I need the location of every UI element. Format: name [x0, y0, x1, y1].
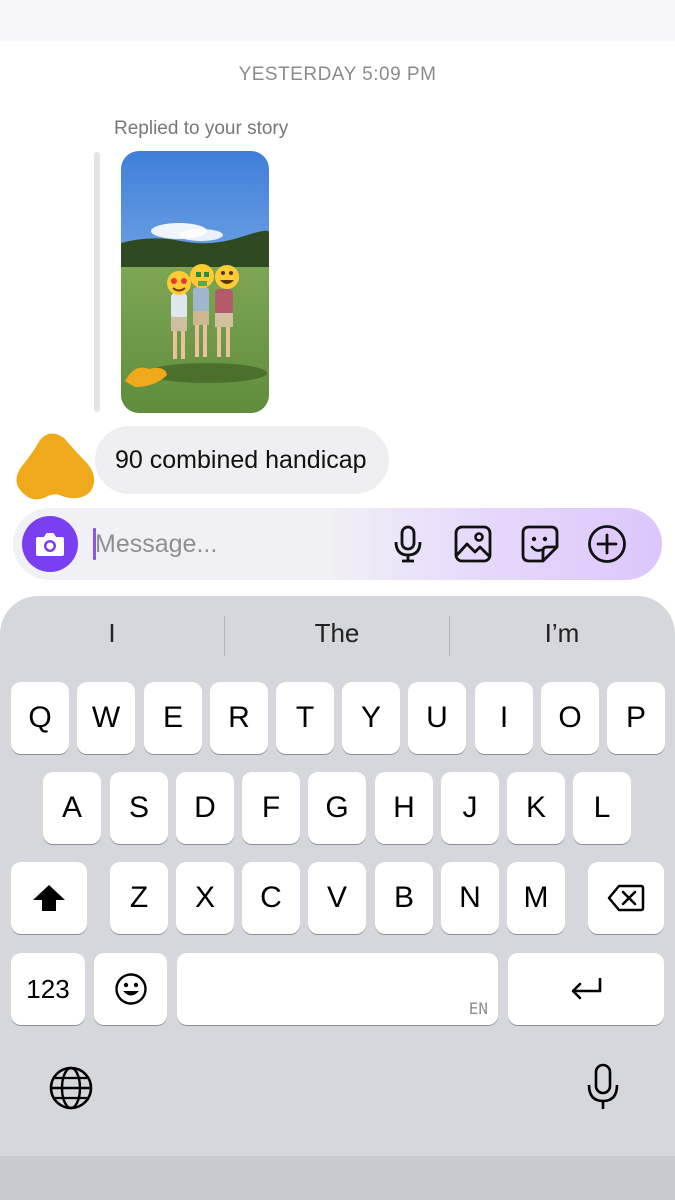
- key-label: V: [326, 881, 347, 914]
- key-label: K: [525, 791, 546, 824]
- message-bubble[interactable]: 90 combined handicap: [95, 426, 389, 494]
- key-label: E: [162, 701, 183, 734]
- suggestion-3[interactable]: I’m: [450, 618, 674, 649]
- key-j[interactable]: J: [441, 772, 499, 844]
- key-label: G: [325, 791, 349, 824]
- instagram-dm-screen: YESTERDAY 5:09 PM Replied to your story: [0, 0, 675, 1200]
- key-label: I: [499, 701, 509, 734]
- key-label: D: [194, 791, 216, 824]
- space-bar[interactable]: EN: [177, 953, 498, 1025]
- key-q[interactable]: Q: [11, 682, 69, 754]
- key-k[interactable]: K: [507, 772, 565, 844]
- key-label: J: [462, 791, 478, 824]
- suggestion-2[interactable]: The: [225, 618, 449, 649]
- more-options-button[interactable]: [586, 523, 628, 565]
- key-label: U: [426, 701, 448, 734]
- key-label: Q: [28, 701, 52, 734]
- story-thumbnail[interactable]: [121, 151, 269, 413]
- key-label: B: [393, 881, 414, 914]
- delete-key[interactable]: [588, 862, 664, 934]
- emoji-icon: [114, 973, 147, 1005]
- key-w[interactable]: W: [77, 682, 135, 754]
- key-e[interactable]: E: [144, 682, 202, 754]
- key-t[interactable]: T: [276, 682, 334, 754]
- key-label: W: [91, 701, 121, 734]
- key-label: Z: [129, 881, 149, 914]
- message-timestamp: YESTERDAY 5:09 PM: [238, 64, 437, 85]
- key-c[interactable]: C: [242, 862, 300, 934]
- message-input[interactable]: [95, 526, 375, 562]
- story-reply-label: Replied to your story: [114, 118, 289, 139]
- key-m[interactable]: M: [507, 862, 565, 934]
- shift-arrow-icon: [33, 885, 65, 911]
- top-bar: [0, 0, 675, 42]
- key-r[interactable]: R: [210, 682, 268, 754]
- sticker-button[interactable]: [519, 523, 561, 565]
- home-indicator-area: [0, 1156, 675, 1200]
- key-label: C: [260, 881, 282, 914]
- key-label: R: [228, 701, 250, 734]
- emoji-key[interactable]: [94, 953, 167, 1025]
- return-key[interactable]: [508, 953, 664, 1025]
- backspace-icon: [607, 884, 645, 912]
- key-label: N: [459, 881, 481, 914]
- message-composer: [13, 508, 662, 580]
- key-b[interactable]: B: [375, 862, 433, 934]
- camera-icon: [36, 533, 64, 556]
- globe-icon: [49, 1066, 93, 1110]
- key-l[interactable]: L: [573, 772, 631, 844]
- key-p[interactable]: P: [607, 682, 665, 754]
- keyboard-switch-button[interactable]: [46, 1063, 96, 1113]
- predictive-text-bar: I The I’m: [0, 596, 675, 676]
- key-n[interactable]: N: [441, 862, 499, 934]
- key-label: H: [393, 791, 415, 824]
- voice-message-button[interactable]: [387, 523, 429, 565]
- suggestion-1[interactable]: I: [0, 618, 224, 649]
- message-text: 90 combined handicap: [115, 445, 367, 474]
- story-photo: [121, 151, 269, 413]
- key-label: O: [558, 701, 582, 734]
- key-a[interactable]: A: [43, 772, 101, 844]
- shift-key[interactable]: [11, 862, 87, 934]
- key-label: S: [128, 791, 149, 824]
- numbers-key[interactable]: 123: [11, 953, 85, 1025]
- key-label: Y: [360, 701, 381, 734]
- key-v[interactable]: V: [308, 862, 366, 934]
- avatar-redaction-shape: [16, 433, 95, 500]
- key-label: A: [61, 791, 82, 824]
- microphone-icon: [394, 525, 422, 563]
- key-h[interactable]: H: [375, 772, 433, 844]
- key-z[interactable]: Z: [110, 862, 168, 934]
- return-arrow-icon: [571, 978, 602, 1000]
- key-x[interactable]: X: [176, 862, 234, 934]
- key-s[interactable]: S: [110, 772, 168, 844]
- key-label: X: [194, 881, 215, 914]
- key-label: M: [523, 881, 549, 914]
- gallery-button[interactable]: [452, 523, 494, 565]
- gallery-icon: [454, 525, 492, 563]
- key-label: L: [593, 791, 611, 824]
- key-g[interactable]: G: [308, 772, 366, 844]
- key-u[interactable]: U: [408, 682, 466, 754]
- plus-icon: [588, 525, 626, 563]
- key-label: 123: [26, 973, 70, 1004]
- key-label: F: [261, 791, 281, 824]
- key-label: P: [625, 701, 646, 734]
- reply-indicator-bar: [94, 152, 100, 412]
- key-label: T: [295, 701, 315, 734]
- key-f[interactable]: F: [242, 772, 300, 844]
- key-d[interactable]: D: [176, 772, 234, 844]
- avatar[interactable]: [16, 430, 96, 500]
- key-y[interactable]: Y: [342, 682, 400, 754]
- language-tag: EN: [468, 999, 488, 1018]
- microphone-icon: [587, 1063, 619, 1109]
- key-i[interactable]: I: [475, 682, 533, 754]
- camera-button[interactable]: [22, 516, 78, 572]
- on-screen-keyboard: I The I’m Q W E R T Y U I O P A S D F G …: [0, 596, 675, 1156]
- sticker-icon: [521, 525, 559, 563]
- key-o[interactable]: O: [541, 682, 599, 754]
- dictation-button[interactable]: [578, 1062, 628, 1112]
